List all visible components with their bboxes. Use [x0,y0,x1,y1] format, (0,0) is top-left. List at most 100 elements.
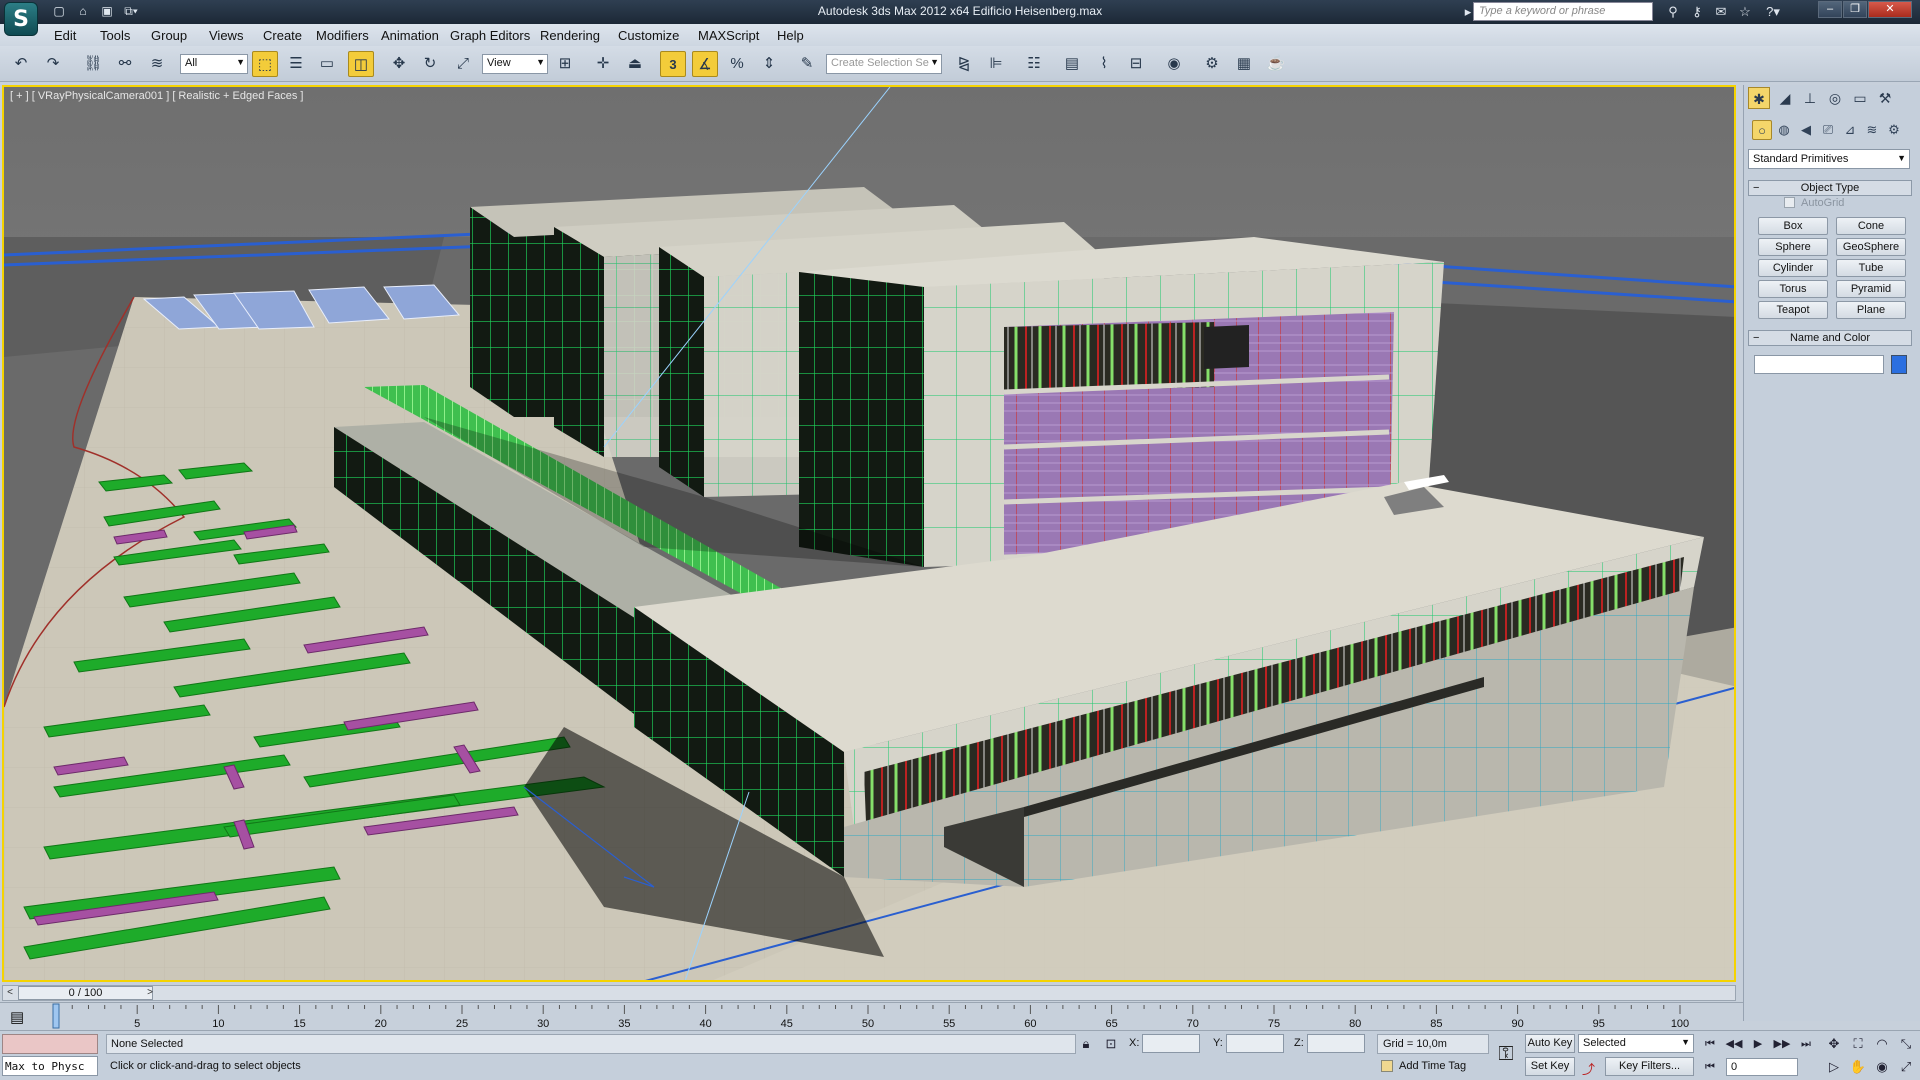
maximize-toggle-icon[interactable]: ⤢ [1896,1057,1916,1077]
x-coordinate-field[interactable] [1142,1034,1200,1053]
motion-tab-icon[interactable]: ◎ [1824,87,1846,109]
systems-icon[interactable]: ⚙ [1884,120,1904,140]
select-and-link-icon[interactable]: ⛓ [80,51,106,77]
menu-modifiers[interactable]: Modifiers [316,28,369,43]
render-production-icon[interactable]: ☕ [1263,51,1289,77]
menu-create[interactable]: Create [263,28,302,43]
current-frame-field[interactable]: 0 [1726,1058,1798,1076]
close-icon[interactable]: ✕ [1868,1,1912,18]
cameras-icon[interactable]: ⎚ [1818,120,1838,140]
undo-icon[interactable]: ↶ [8,51,34,77]
menu-edit[interactable]: Edit [54,28,76,43]
current-frame-marker[interactable] [52,1003,60,1029]
maxscript-listener-input[interactable] [2,1034,98,1054]
render-setup-icon[interactable]: ⚙ [1199,51,1225,77]
viewport-label[interactable]: [ + ] [ VRayPhysicalCamera001 ] [ Realis… [10,90,303,102]
key-filters-button[interactable]: Key Filters... [1605,1057,1694,1076]
rendered-frame-window-icon[interactable]: ▦ [1231,51,1257,77]
hierarchy-tab-icon[interactable]: ⊥ [1799,87,1821,109]
pivot-center-icon[interactable]: ⊞ [552,51,578,77]
pyramid-button[interactable]: Pyramid [1836,280,1906,298]
select-and-rotate-icon[interactable]: ↻ [417,51,443,77]
menu-animation[interactable]: Animation [381,28,439,43]
select-object-icon[interactable]: ⬚ [252,51,278,77]
selection-filter-dropdown[interactable]: All ▼ [180,54,248,74]
teapot-button[interactable]: Teapot [1758,301,1828,319]
window-crossing-icon[interactable]: ◫ [348,51,374,77]
object-name-field[interactable] [1754,355,1884,374]
utilities-tab-icon[interactable]: ⚒ [1874,87,1896,109]
modify-tab-icon[interactable]: ◢ [1774,87,1796,109]
schematic-view-icon[interactable]: ⊟ [1123,51,1149,77]
select-and-move-icon[interactable]: ✥ [386,51,412,77]
selection-lock-icon[interactable]: 🔒︎ [1076,1034,1096,1054]
camera-viewport[interactable]: [ + ] [ VRayPhysicalCamera001 ] [ Realis… [2,85,1736,982]
select-by-name-icon[interactable]: ☰ [283,51,309,77]
sphere-button[interactable]: Sphere [1758,238,1828,256]
menu-graph-editors[interactable]: Graph Editors [450,28,530,43]
menu-views[interactable]: Views [209,28,243,43]
plane-button[interactable]: Plane [1836,301,1906,319]
previous-frame-icon[interactable]: ◀◀ [1724,1036,1744,1052]
lights-icon[interactable]: ◀ [1796,120,1816,140]
spinner-snap-icon[interactable]: ⇕ [756,51,782,77]
menu-tools[interactable]: Tools [100,28,130,43]
rectangular-selection-icon[interactable]: ▭ [314,51,340,77]
go-to-start-icon[interactable]: ⏮ [1700,1036,1720,1052]
reference-coordinate-dropdown[interactable]: View ▼ [482,54,548,74]
maxscript-mini-listener[interactable]: Max to Physc [2,1056,98,1076]
binoculars-icon[interactable]: ⚲ [1663,2,1683,21]
play-icon[interactable]: ▶ [1748,1036,1768,1052]
menu-customize[interactable]: Customize [618,28,679,43]
orbit-icon[interactable]: ◠ [1872,1034,1892,1054]
field-of-view-icon[interactable]: ▷ [1824,1057,1844,1077]
pan-icon[interactable]: ✋ [1848,1057,1868,1077]
name-and-color-rollout-header[interactable]: − Name and Color [1748,330,1912,346]
restore-icon[interactable]: ❐ [1843,1,1867,18]
communication-icon[interactable]: ✉ [1711,2,1731,21]
display-tab-icon[interactable]: ▭ [1849,87,1871,109]
select-manipulate-icon[interactable]: ✛ [590,51,616,77]
keyboard-shortcut-override-icon[interactable]: ⏏ [622,51,648,77]
torus-button[interactable]: Torus [1758,280,1828,298]
zoom-icon[interactable]: ✥ [1824,1034,1844,1054]
object-type-rollout-header[interactable]: − Object Type [1748,180,1912,196]
tube-button[interactable]: Tube [1836,259,1906,277]
add-time-tag[interactable]: Add Time Tag [1377,1057,1489,1076]
space-warps-icon[interactable]: ≋ [1862,120,1882,140]
go-to-end-icon[interactable]: ⏭ [1796,1036,1816,1052]
menu-maxscript[interactable]: MAXScript [698,28,759,43]
menu-help[interactable]: Help [777,28,804,43]
menu-group[interactable]: Group [151,28,187,43]
key-mode-toggle-icon[interactable]: ⏮ [1700,1059,1720,1075]
redo-icon[interactable]: ↷ [40,51,66,77]
primitive-category-dropdown[interactable]: Standard Primitives ▼ [1748,149,1910,169]
layer-manager-icon[interactable]: ☷ [1021,51,1047,77]
mirror-icon[interactable]: ⧎ [951,51,977,77]
help-search-input[interactable]: Type a keyword or phrase [1473,2,1653,21]
key-icon[interactable]: ⚿ [1490,1037,1522,1071]
auto-key-button[interactable]: Auto Key [1525,1034,1575,1053]
material-editor-icon[interactable]: ◉ [1161,51,1187,77]
geosphere-button[interactable]: GeoSphere [1836,238,1906,256]
cone-button[interactable]: Cone [1836,217,1906,235]
track-bar[interactable]: ▤ 5 10 15 20 25 30 35 40 45 50 55 60 65 70 75 80 85 90 95 1… [0,1002,1743,1030]
cylinder-button[interactable]: Cylinder [1758,259,1828,277]
minimize-icon[interactable]: – [1818,1,1842,18]
key-mode-dropdown[interactable]: Selected ▼ [1578,1034,1694,1053]
app-logo-icon[interactable]: S [4,2,38,36]
object-color-swatch[interactable] [1891,355,1907,374]
menu-rendering[interactable]: Rendering [540,28,600,43]
align-icon[interactable]: ⊫ [983,51,1009,77]
autogrid-checkbox[interactable]: AutoGrid [1784,197,1844,209]
curve-editor-icon[interactable]: ⌇ [1091,51,1117,77]
next-frame-icon[interactable]: ▶▶ [1772,1036,1792,1052]
create-tab-icon[interactable]: ✱ [1748,87,1770,109]
zoom-all-icon[interactable]: ⛶ [1848,1034,1868,1054]
time-slider-prev-icon[interactable]: < [3,986,17,1000]
shapes-icon[interactable]: ◍ [1774,120,1794,140]
geometry-icon[interactable]: ○ [1752,120,1772,140]
y-coordinate-field[interactable] [1226,1034,1284,1053]
bind-space-warp-icon[interactable]: ≋ [144,51,170,77]
box-button[interactable]: Box [1758,217,1828,235]
